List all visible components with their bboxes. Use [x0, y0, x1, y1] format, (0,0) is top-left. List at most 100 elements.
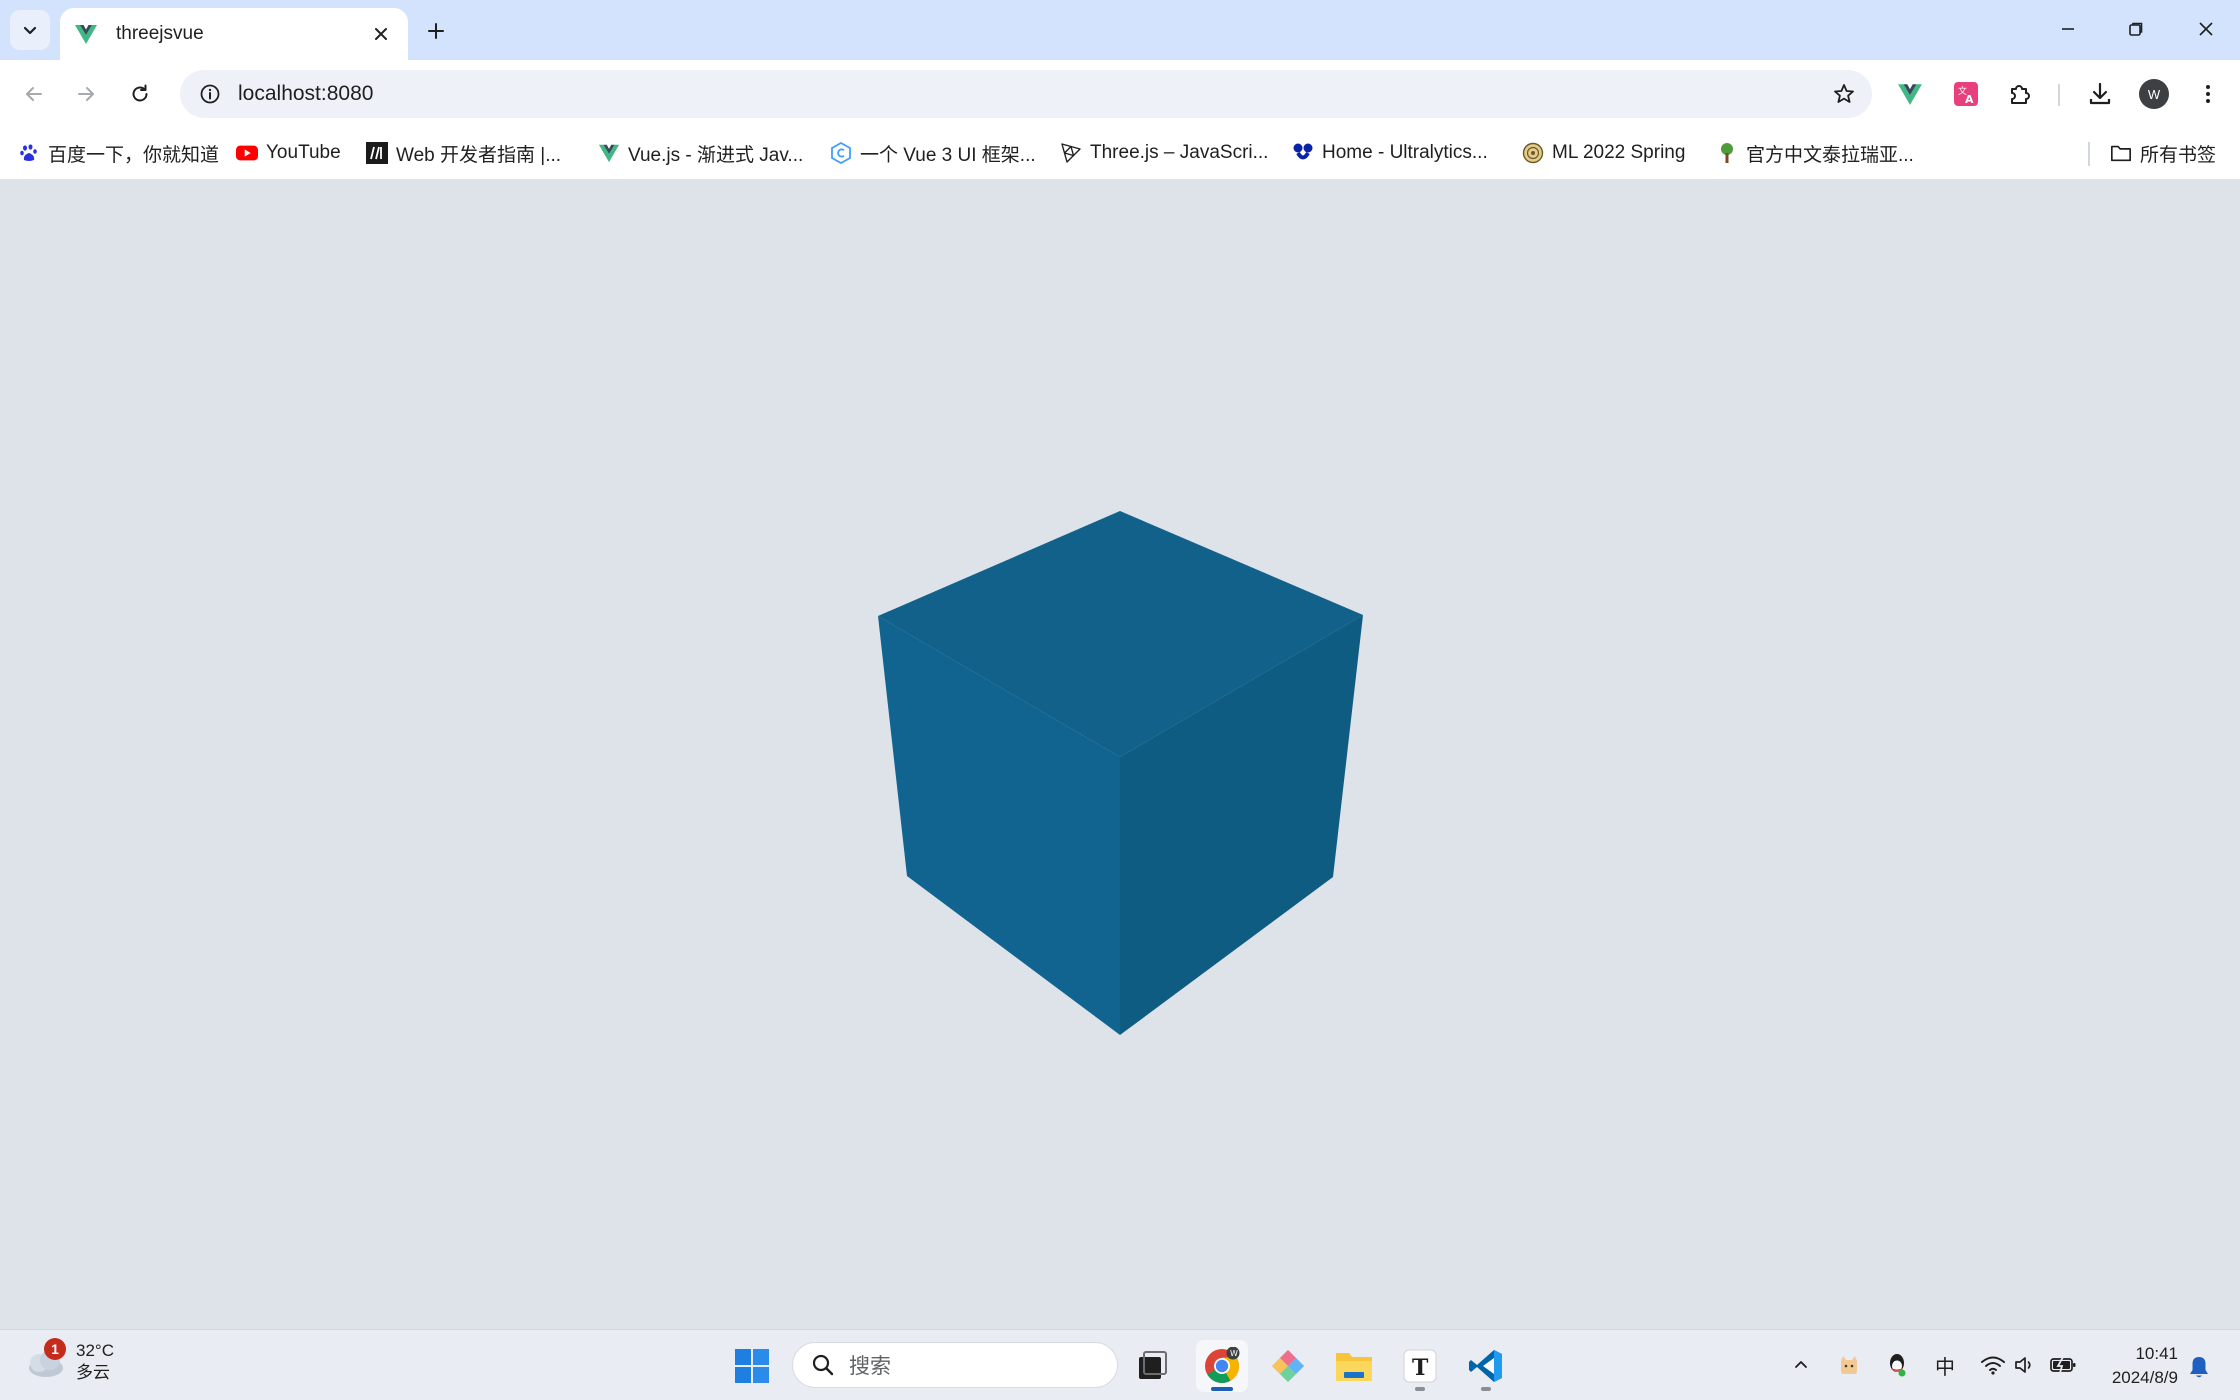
- all-bookmarks-folder[interactable]: 所有书签: [2110, 136, 2216, 170]
- tray-network[interactable]: [1978, 1350, 2008, 1380]
- bookmark-label: ML 2022 Spring: [1552, 142, 1686, 163]
- bookmark-ml2022[interactable]: ML 2022 Spring: [1522, 136, 1685, 170]
- star-icon: [1834, 84, 1854, 103]
- arrow-left-icon: [26, 87, 42, 101]
- tab-threejsvue[interactable]: threejsvue: [60, 8, 408, 60]
- bookmark-label: 官方中文泰拉瑞亚...: [1746, 144, 1914, 166]
- svg-text:T: T: [1412, 1355, 1429, 1381]
- file-explorer-icon: [1336, 1353, 1372, 1381]
- restore-button[interactable]: [2108, 8, 2164, 50]
- qq-icon: [1890, 1354, 1906, 1377]
- minimize-icon: [2062, 28, 2074, 30]
- bookmark-label: 百度一下，你就知道: [48, 144, 220, 166]
- weather-temperature: 32°C: [76, 1341, 114, 1360]
- vue-logo-icon: [75, 25, 97, 44]
- close-icon: [375, 28, 387, 40]
- bookmark-label: Home - Ultralytics...: [1322, 142, 1488, 163]
- folder-icon: [2110, 142, 2132, 164]
- tray-qq[interactable]: [1882, 1350, 1912, 1380]
- profile-avatar-icon: W: [2139, 79, 2169, 109]
- bookmark-mdn[interactable]: Web 开发者指南 |...: [366, 136, 561, 170]
- reload-button[interactable]: [120, 74, 160, 114]
- profile-button[interactable]: W: [2134, 74, 2174, 114]
- bookmark-element-plus[interactable]: 一个 Vue 3 UI 框架...: [830, 136, 1036, 170]
- weather-text: 32°C 多云: [76, 1340, 114, 1384]
- bell-icon: [2190, 1357, 2208, 1378]
- tray-battery[interactable]: [2048, 1350, 2078, 1380]
- bookmark-label: YouTube: [266, 142, 341, 163]
- taskbar-file-explorer[interactable]: [1328, 1340, 1380, 1392]
- bookmark-ultralytics[interactable]: Home - Ultralytics...: [1292, 136, 1488, 170]
- ntu-icon: [1522, 142, 1544, 164]
- url-text[interactable]: localhost:8080: [238, 82, 1824, 106]
- new-tab-button[interactable]: [420, 15, 452, 47]
- taskbar-clock[interactable]: 10:41 2024/8/9: [2100, 1342, 2178, 1390]
- bookmark-baidu[interactable]: 百度一下，你就知道: [18, 136, 219, 170]
- browser-toolbar: localhost:8080 文A W: [0, 60, 2240, 128]
- notification-button[interactable]: [2184, 1352, 2214, 1382]
- info-icon: [200, 84, 220, 104]
- arrow-right-icon: [78, 87, 94, 101]
- start-button[interactable]: [726, 1340, 778, 1392]
- more-menu-icon: [2206, 85, 2210, 103]
- youtube-icon: [236, 142, 258, 164]
- bookmark-threejs[interactable]: Three.js – JavaScri...: [1060, 136, 1268, 170]
- clock-time: 10:41: [2135, 1344, 2178, 1363]
- task-view-button[interactable]: [1126, 1340, 1178, 1392]
- svg-text:A: A: [1965, 93, 1974, 106]
- tab-close-button[interactable]: [368, 21, 394, 47]
- windows-start-icon: [735, 1349, 769, 1383]
- bookmark-vuejs[interactable]: Vue.js - 渐进式 Jav...: [598, 136, 803, 170]
- taskbar-typora[interactable]: T: [1394, 1340, 1446, 1392]
- speaker-icon: [2015, 1357, 2031, 1373]
- vue-devtools-button[interactable]: [1890, 74, 1930, 114]
- threejs-icon: [1060, 142, 1082, 164]
- reload-icon: [132, 84, 148, 102]
- active-indicator: [1211, 1387, 1233, 1391]
- downloads-button[interactable]: [2080, 74, 2120, 114]
- translate-extension-icon: 文A: [1954, 82, 1978, 106]
- taskbar-copilot[interactable]: [1262, 1340, 1314, 1392]
- weather-condition: 多云: [76, 1363, 110, 1382]
- close-window-button[interactable]: [2178, 8, 2234, 50]
- more-menu-button[interactable]: [2188, 74, 2228, 114]
- taskbar-search-box[interactable]: 搜索: [792, 1342, 1118, 1388]
- vue-logo-icon: [598, 142, 620, 164]
- bookmark-label: Vue.js - 渐进式 Jav...: [628, 144, 804, 166]
- restore-icon: [2129, 22, 2143, 36]
- windows-taskbar: 1 32°C 多云 搜索 W T 中 10:41 2024/8/9: [0, 1329, 2240, 1400]
- bookmark-terraria[interactable]: 官方中文泰拉瑞亚...: [1716, 136, 1914, 170]
- input-method-indicator[interactable]: 中: [1930, 1350, 1960, 1380]
- minimize-button[interactable]: [2040, 8, 2096, 50]
- extensions-puzzle-icon: [2011, 85, 2030, 104]
- taskbar-vscode[interactable]: [1460, 1340, 1512, 1392]
- weather-widget[interactable]: 1 32°C 多云: [22, 1338, 114, 1384]
- translate-extension-button[interactable]: 文A: [1946, 74, 1986, 114]
- svg-text:W: W: [1230, 1349, 1238, 1358]
- clock-date: 2024/8/9: [2111, 1368, 2178, 1387]
- task-view-icon: [1139, 1351, 1167, 1379]
- tray-app-cat[interactable]: [1834, 1350, 1864, 1380]
- tab-search-button[interactable]: [10, 10, 50, 50]
- address-bar[interactable]: localhost:8080: [180, 70, 1872, 118]
- back-button[interactable]: [14, 74, 54, 114]
- baidu-paw-icon: [18, 142, 40, 164]
- plus-icon: [428, 23, 444, 39]
- page-viewport[interactable]: [0, 180, 2240, 1329]
- cat-app-icon: [1841, 1356, 1857, 1374]
- site-info-button[interactable]: [196, 80, 224, 108]
- show-hidden-icons-button[interactable]: [1786, 1350, 1816, 1380]
- partly-cloudy-icon: 1: [22, 1338, 68, 1382]
- tab-strip: threejsvue: [0, 0, 2240, 60]
- threejs-canvas[interactable]: [0, 180, 2240, 1329]
- bookmark-youtube[interactable]: YouTube: [236, 136, 341, 170]
- forward-button[interactable]: [66, 74, 106, 114]
- ultralytics-icon: [1292, 142, 1314, 164]
- chrome-icon: W: [1205, 1347, 1240, 1383]
- tray-volume[interactable]: [2010, 1350, 2040, 1380]
- taskbar-chrome[interactable]: W: [1196, 1340, 1248, 1392]
- extensions-button[interactable]: [2000, 74, 2040, 114]
- bookmark-star-button[interactable]: [1824, 74, 1864, 114]
- mdn-icon: [366, 142, 388, 164]
- profile-initial: W: [2147, 86, 2161, 102]
